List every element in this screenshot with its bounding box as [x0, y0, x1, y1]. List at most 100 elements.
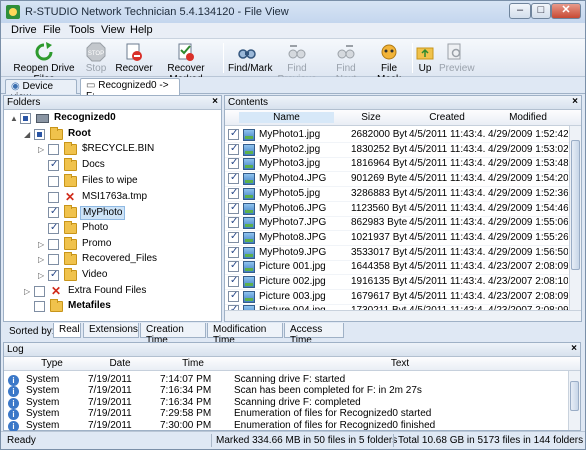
file-row[interactable]: MyPhoto1.jpg 2682000 Bytes4/5/2011 11:43:… — [225, 127, 581, 143]
menu-drive[interactable]: Drive — [11, 24, 37, 36]
sort-tab-access-time[interactable]: Access Time — [284, 323, 344, 346]
expand-toggle-icon[interactable] — [38, 178, 46, 186]
file-row-checkbox[interactable] — [228, 231, 239, 243]
tree-item[interactable]: Files to wipe — [4, 173, 221, 190]
file-row-checkbox[interactable] — [228, 290, 239, 302]
tree-item-checkbox[interactable] — [48, 254, 59, 266]
maximize-button[interactable]: □ — [531, 3, 551, 19]
tree-item[interactable]: MyPhoto — [4, 205, 221, 221]
tree-item-checkbox[interactable] — [48, 191, 59, 203]
tree-item[interactable]: ▷ Recovered_Files — [4, 252, 221, 268]
recover-button[interactable]: Recover — [115, 41, 153, 74]
log-row[interactable]: i System 7/19/2011 7:16:34 PM Scanning drive… — [4, 397, 580, 409]
expand-toggle-icon[interactable]: ◢ — [24, 130, 32, 139]
expand-toggle-icon[interactable] — [38, 194, 46, 202]
expand-toggle-icon[interactable] — [38, 162, 46, 170]
log-column-type[interactable]: Type — [22, 358, 82, 369]
log-column-time[interactable]: Time — [157, 358, 229, 369]
preview-button[interactable]: Preview — [439, 41, 475, 74]
log-scroll-thumb[interactable] — [570, 381, 579, 411]
menu-tools[interactable]: Tools — [69, 24, 95, 36]
close-button[interactable]: ✕ — [551, 3, 581, 19]
file-row-checkbox[interactable] — [228, 172, 239, 185]
expand-toggle-icon[interactable] — [38, 209, 46, 217]
tree-item[interactable]: Docs — [4, 158, 221, 174]
file-row[interactable]: Picture 001.jpg 1644358 Bytes4/5/2011 11:… — [225, 259, 581, 276]
stop-button[interactable]: STOP Stop — [81, 41, 111, 74]
log-column-date[interactable]: Date — [84, 358, 156, 369]
tree-item[interactable]: ◢ Root — [4, 126, 221, 143]
expand-toggle-icon[interactable]: ▷ — [38, 256, 46, 264]
tree-item[interactable]: ▷ ✕ Extra Found Files — [4, 284, 221, 300]
tree-item[interactable]: Photo — [4, 220, 221, 237]
expand-toggle-icon[interactable] — [38, 225, 46, 233]
tree-item-checkbox[interactable] — [34, 128, 45, 140]
tree-item[interactable]: ▷ $RECYCLE.BIN — [4, 142, 221, 158]
column-name[interactable]: Name — [239, 112, 334, 123]
tab-device-view[interactable]: ◉ Device view — [5, 79, 77, 103]
tree-item-checkbox[interactable] — [48, 159, 59, 172]
tree-item-checkbox[interactable] — [34, 285, 45, 297]
expand-toggle-icon[interactable]: ▷ — [24, 287, 32, 296]
column-modified[interactable]: Modified — [487, 112, 569, 123]
file-row[interactable]: MyPhoto9.JPG 3533017 Bytes4/5/2011 11:43:… — [225, 245, 581, 261]
file-row-checkbox[interactable] — [228, 143, 239, 155]
tree-item-checkbox[interactable] — [48, 222, 59, 234]
sort-tab-real[interactable]: Real — [53, 323, 81, 338]
tree-item-checkbox[interactable] — [48, 238, 59, 250]
tree-item[interactable]: Metafiles — [4, 299, 221, 315]
column-created[interactable]: Created — [408, 112, 486, 123]
file-row-checkbox[interactable] — [228, 275, 239, 287]
sort-tab-creation-time[interactable]: Creation Time — [140, 323, 206, 346]
expand-toggle-icon[interactable]: ▲ — [10, 115, 18, 123]
tree-item[interactable]: ▷ Video — [4, 268, 221, 284]
log-row[interactable]: i System 7/19/2011 7:14:07 PM Scanning drive… — [4, 374, 580, 386]
file-row[interactable]: MyPhoto6.JPG 1123560 Bytes4/5/2011 11:43:… — [225, 201, 581, 217]
expand-toggle-icon[interactable]: ▷ — [38, 146, 46, 154]
file-row-checkbox[interactable] — [228, 260, 239, 273]
file-row-checkbox[interactable] — [228, 246, 239, 258]
file-list-horizontal-scrollbar[interactable] — [225, 310, 581, 321]
tree-item-checkbox[interactable] — [48, 269, 59, 281]
expand-toggle-icon[interactable]: ▷ — [38, 240, 46, 249]
tree-item[interactable]: ▷ Promo — [4, 236, 221, 253]
sort-tab-extensions[interactable]: Extensions — [83, 323, 139, 338]
tree-item-checkbox[interactable] — [48, 175, 59, 187]
file-row-checkbox[interactable] — [228, 202, 239, 214]
tab-recognized0[interactable]: ▭ Recognized0 -> F: — [80, 78, 180, 102]
log-row[interactable]: i System 7/19/2011 7:16:34 PM Scan has been … — [4, 385, 580, 398]
file-row-checkbox[interactable] — [228, 128, 239, 140]
log-row[interactable]: i System 7/19/2011 7:29:58 PM Enumeration of… — [4, 408, 580, 421]
file-row[interactable]: MyPhoto4.JPG 901269 Bytes4/5/2011 11:43:4… — [225, 171, 581, 188]
file-row[interactable]: Picture 002.jpg 1916135 Bytes4/5/2011 11:… — [225, 274, 581, 290]
log-column-text[interactable]: Text — [230, 358, 570, 369]
expand-toggle-icon[interactable]: ▷ — [38, 272, 46, 280]
file-row-checkbox[interactable] — [228, 216, 239, 229]
file-row[interactable]: MyPhoto8.JPG 1021937 Bytes4/5/2011 11:43:… — [225, 230, 581, 246]
tree-item-checkbox[interactable] — [48, 144, 59, 156]
tree-item-checkbox[interactable] — [48, 206, 59, 219]
tree-item[interactable]: ▲ Recognized0 — [4, 111, 221, 127]
folders-panel-close-button[interactable]: × — [212, 96, 218, 107]
file-row[interactable]: MyPhoto7.JPG 862983 Bytes4/5/2011 11:43:4… — [225, 215, 581, 232]
scroll-thumb[interactable] — [571, 140, 580, 270]
file-list-vertical-scrollbar[interactable] — [569, 126, 581, 310]
menu-help[interactable]: Help — [130, 24, 153, 36]
menu-view[interactable]: View — [101, 24, 125, 36]
tree-item-checkbox[interactable] — [20, 113, 31, 124]
log-panel-close-button[interactable]: × — [571, 343, 577, 354]
log-row[interactable]: i System 7/19/2011 7:30:00 PM Enumeration of… — [4, 420, 580, 432]
contents-panel-close-button[interactable]: × — [572, 96, 578, 107]
file-row[interactable]: MyPhoto3.jpg 1816964 Bytes4/5/2011 11:43:… — [225, 156, 581, 173]
file-row[interactable]: MyPhoto5.jpg 3286883 Bytes4/5/2011 11:43:… — [225, 186, 581, 202]
up-button[interactable]: Up — [415, 41, 435, 74]
minimize-button[interactable]: – — [509, 3, 531, 19]
expand-toggle-icon[interactable] — [24, 303, 32, 311]
tree-item-checkbox[interactable] — [34, 301, 45, 313]
file-row-checkbox[interactable] — [228, 157, 239, 170]
column-size[interactable]: Size — [335, 112, 407, 123]
log-vertical-scrollbar[interactable] — [568, 371, 580, 430]
file-row-checkbox[interactable] — [228, 187, 239, 199]
menu-file[interactable]: File — [43, 24, 61, 36]
file-row[interactable]: Picture 003.jpg 1679617 Bytes4/5/2011 11:… — [225, 289, 581, 305]
